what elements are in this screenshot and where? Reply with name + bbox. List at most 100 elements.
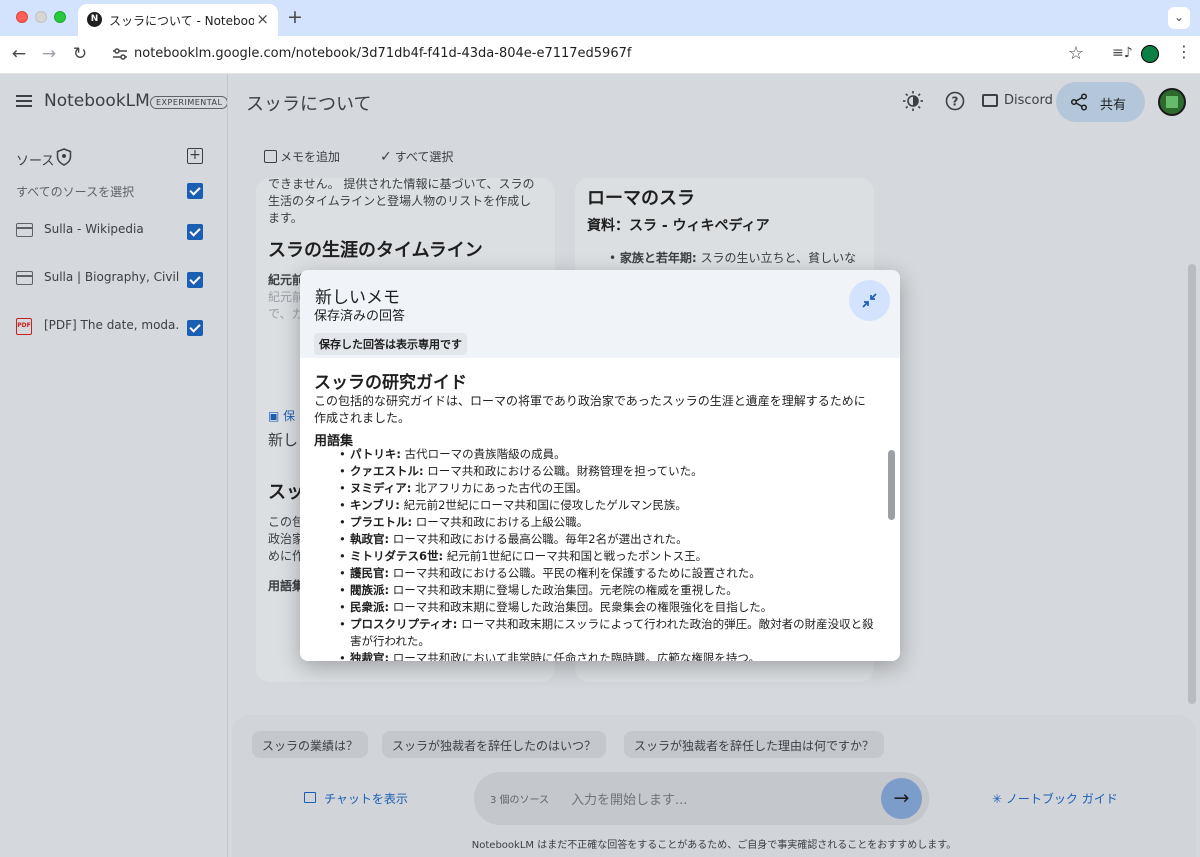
note-subheading: 資料：スラ - ウィキペディア — [587, 218, 770, 234]
suggestion-chip[interactable]: スッラが独裁者を辞任したのはいつ？ — [382, 731, 607, 758]
glossary-item: プロスクリプティオ: ローマ共和政末期にスッラによって行われた政治的弾圧。敵対者… — [336, 616, 876, 650]
select-all-sources-checkbox[interactable] — [187, 183, 203, 199]
select-all-notes-button[interactable]: ✓ すべて選択 — [380, 148, 453, 165]
help-icon[interactable]: ? — [944, 90, 966, 112]
source-item[interactable]: PDF [PDF] The date, moda... — [0, 308, 227, 348]
add-note-label: メモを追加 — [280, 150, 341, 164]
tab-close-icon[interactable]: × — [256, 10, 269, 28]
glossary-definition: ローマ共和政において非常時に任命された臨時職。広範な権限を持つ。 — [389, 651, 760, 661]
minimize-window-button[interactable] — [35, 11, 47, 23]
chat-icon — [304, 792, 316, 803]
notebook-title[interactable]: スッラについて — [246, 90, 371, 116]
web-page-icon — [16, 271, 33, 285]
site-settings-icon[interactable] — [112, 47, 128, 61]
source-checkbox[interactable] — [187, 224, 203, 240]
sparkle-icon: ✳ — [992, 792, 1003, 806]
source-checkbox[interactable] — [187, 272, 203, 288]
note-bullet-text: スラの生い立ちと、貧しいな — [700, 251, 857, 265]
add-source-icon[interactable]: + — [187, 148, 203, 164]
main-scrollbar[interactable] — [1188, 264, 1196, 704]
source-name: [PDF] The date, moda... — [44, 318, 179, 332]
source-item[interactable]: Sulla - Wikipedia — [0, 212, 227, 252]
note-line: で、カ — [268, 307, 304, 321]
add-note-button[interactable]: メモを追加 — [264, 148, 340, 165]
browser-tab[interactable]: N スッラについて - NotebookLM × — [78, 4, 278, 36]
user-avatar[interactable] — [1158, 88, 1186, 116]
glossary-item: ヌミディア: 北アフリカにあった古代の王国。 — [336, 480, 876, 497]
discord-link[interactable]: Discord — [1004, 93, 1053, 108]
note-card-heading: スッ — [268, 482, 304, 503]
share-label: 共有 — [1100, 98, 1127, 113]
chat-input[interactable]: 入力を開始します... — [571, 789, 687, 808]
note-line: 紀元前 — [268, 290, 305, 304]
glossary-item: 閥族派: ローマ共和政末期に登場した政治集団。元老院の権威を重視した。 — [336, 582, 876, 599]
glossary-term: ヌミディア: — [350, 481, 412, 495]
browser-profile-avatar[interactable] — [1141, 45, 1159, 63]
glossary-item: 独裁官: ローマ共和政において非常時に任命された臨時職。広範な権限を持つ。 — [336, 650, 876, 661]
glossary-term: プラエトル: — [350, 515, 413, 529]
source-count: 3 個のソース — [490, 795, 550, 806]
bookmark-star-icon[interactable]: ☆ — [1068, 43, 1084, 64]
collapse-button[interactable] — [849, 280, 890, 321]
new-note-dialog: 新しいメモ 保存済みの回答 保存した回答は表示専用です スッラの研究ガイド この… — [300, 270, 900, 661]
forward-arrow-icon[interactable]: → — [38, 44, 60, 64]
note-line: ます。 — [268, 211, 303, 225]
send-arrow-icon[interactable]: → — [881, 778, 922, 819]
app-header: NotebookLM EXPERIMENTAL スッラについて ? Discor… — [0, 74, 1200, 130]
glossary-definition: 紀元前1世紀にローマ共和国と戦ったポントス王。 — [443, 549, 708, 563]
note-line: 政治家 — [268, 532, 305, 546]
glossary-item: 護民官: ローマ共和政における公職。平民の権利を保護するために設置された。 — [336, 565, 876, 582]
glossary-definition: 紀元前2世紀にローマ共和国に侵攻したゲルマン民族。 — [399, 498, 687, 512]
glossary-item: パトリキ: 古代ローマの貴族階級の成員。 — [336, 446, 876, 463]
note-line: できません。 提供された情報に基づいて、スラの — [268, 178, 535, 191]
glossary-term: 民衆派: — [350, 600, 390, 614]
note-icon — [264, 150, 277, 163]
note-card-heading: ローマのスラ — [587, 188, 695, 209]
close-window-button[interactable] — [16, 11, 28, 23]
readonly-notice: 保存した回答は表示専用です — [314, 333, 467, 355]
chat-input-container[interactable]: 3 個のソース 入力を開始します... → — [474, 772, 929, 825]
study-guide-title: スッラの研究ガイド — [314, 373, 467, 393]
discord-icon[interactable] — [982, 94, 998, 107]
reload-icon[interactable]: ↻ — [69, 44, 91, 64]
dialog-body[interactable]: スッラの研究ガイド この包括的な研究ガイドは、ローマの将軍であり政治家であったス… — [300, 358, 900, 661]
glossary-definition: ローマ共和政末期に登場した政治集団。元老院の権威を重視した。 — [389, 583, 738, 597]
saved-response-tag: ▣ 保 — [268, 409, 296, 423]
source-checkbox[interactable] — [187, 320, 203, 336]
note-bullet: • 家族と若年期: スラの生い立ちと、貧しいな — [609, 251, 857, 265]
browser-toolbar: ← → ↻ notebooklm.google.com/notebook/3d7… — [0, 36, 1200, 74]
suggestion-chip[interactable]: スッラの業績は？ — [252, 731, 369, 758]
menu-icon[interactable] — [16, 95, 32, 107]
sources-heading: ソース — [16, 154, 55, 169]
url-text: notebooklm.google.com/notebook/3d71db4f-… — [134, 46, 632, 61]
media-controls-icon[interactable]: ≡♪ — [1112, 45, 1133, 61]
theme-toggle-icon[interactable] — [902, 90, 924, 112]
check-icon: ✓ — [380, 149, 392, 165]
share-button[interactable]: 共有 — [1056, 82, 1145, 122]
back-arrow-icon[interactable]: ← — [8, 44, 30, 64]
notebook-guide-button[interactable]: ✳ ノートブック ガイド — [992, 790, 1118, 807]
source-name: Sulla - Wikipedia — [44, 222, 144, 236]
note-line: 生活のタイムラインと登場人物のリストを作成し — [268, 194, 532, 208]
maximize-window-button[interactable] — [54, 11, 66, 23]
note-card-title: 新し — [268, 431, 299, 449]
note-line: めに作 — [268, 549, 305, 563]
dialog-subtitle: 保存済みの回答 — [314, 309, 406, 324]
tab-search-chevron-icon[interactable]: ⌄ — [1168, 7, 1190, 29]
glossary-term: 執政官: — [350, 532, 390, 546]
address-bar[interactable]: notebooklm.google.com/notebook/3d71db4f-… — [104, 39, 1096, 70]
experimental-badge: EXPERIMENTAL — [150, 96, 229, 109]
source-name: Sulla | Biography, Civil... — [44, 270, 179, 284]
suggestion-chip[interactable]: スッラが独裁者を辞任した理由は何ですか？ — [624, 731, 885, 758]
note-bullet-term: 家族と若年期: — [619, 251, 697, 265]
glossary-definition: ローマ共和政末期に登場した政治集団。民衆集会の権限強化を目指した。 — [389, 600, 773, 614]
brand-logo: NotebookLM — [44, 91, 150, 111]
show-chat-button[interactable]: チャットを表示 — [324, 790, 408, 807]
browser-menu-icon[interactable]: ⋮ — [1176, 42, 1192, 61]
collapse-arrows-icon — [862, 293, 877, 308]
note-line: 紀元前 — [268, 273, 305, 287]
dialog-scrollbar[interactable] — [888, 450, 895, 520]
new-tab-icon[interactable]: + — [287, 6, 303, 28]
pdf-icon: PDF — [16, 318, 32, 335]
source-item[interactable]: Sulla | Biography, Civil... — [0, 260, 227, 300]
